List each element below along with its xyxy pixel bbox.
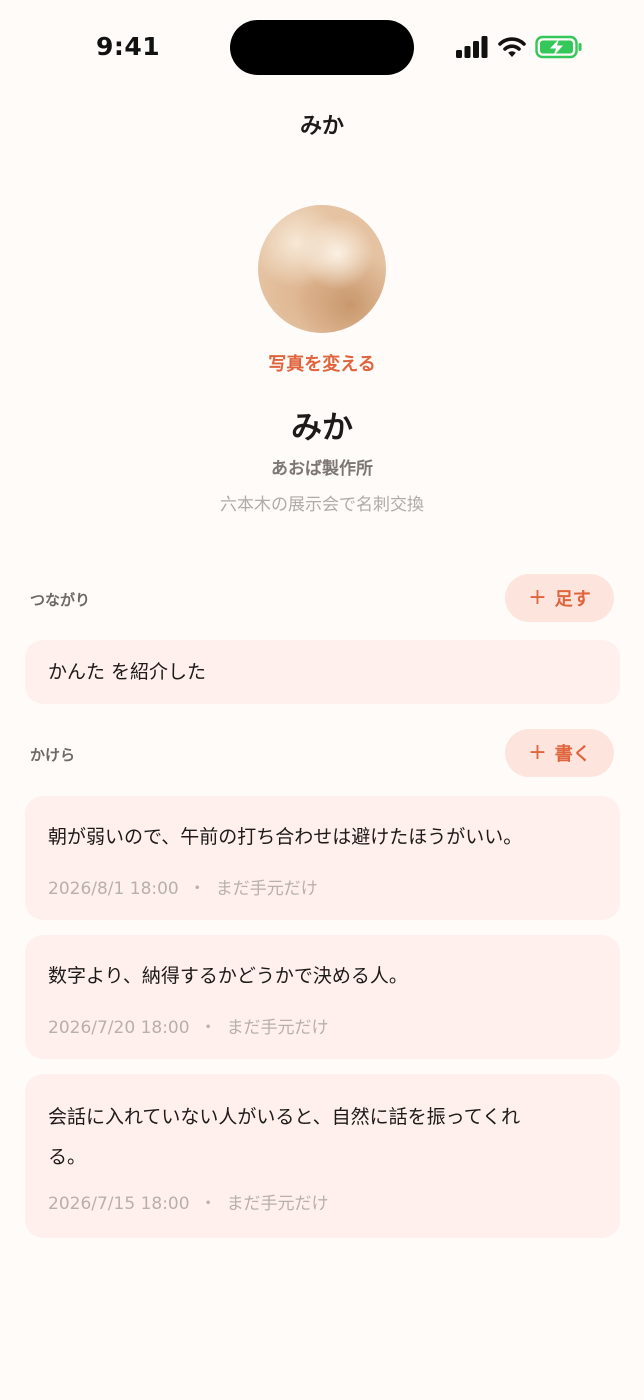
add-connection-label: 足す: [554, 589, 591, 610]
status-icons: [455, 34, 583, 60]
profile-name: みか: [291, 410, 353, 446]
note-text-line-2: る。: [48, 1146, 87, 1168]
meta-separator: ・: [188, 879, 206, 899]
note-card[interactable]: 数字より、納得するかどうかで決める人。 2026/7/20 18:00 ・まだ手元…: [25, 935, 620, 1059]
write-note-label: 書く: [554, 744, 591, 765]
nav-title: みか: [299, 114, 344, 139]
avatar[interactable]: [258, 205, 386, 333]
note-card[interactable]: 朝が弱いので、午前の打ち合わせは避けたほうがいい。 2026/8/1 18:00…: [25, 796, 620, 920]
connection-item-text: かんた を紹介した: [48, 661, 207, 683]
change-photo-button[interactable]: 写真を変える: [0, 350, 644, 376]
notes-section-label: かけら: [30, 746, 76, 764]
note-card[interactable]: 会話に入れていない人がいると、自然に話を振ってくれ る。 2026/7/15 1…: [25, 1074, 620, 1238]
note-date: 2026/8/1 18:00: [48, 879, 179, 899]
note-meta: 2026/8/1 18:00 ・まだ手元だけ: [48, 874, 318, 899]
add-connection-button[interactable]: + 足す: [505, 574, 614, 622]
wifi-icon: [498, 37, 526, 57]
note-meta: 2026/7/15 18:00 ・まだ手元だけ: [48, 1189, 329, 1214]
note-status: まだ手元だけ: [215, 879, 318, 899]
meta-separator: ・: [199, 1194, 217, 1214]
note-status: まだ手元だけ: [226, 1018, 329, 1038]
profile-company: あおば製作所: [271, 459, 373, 479]
connection-item[interactable]: かんた を紹介した: [25, 640, 620, 704]
plus-icon: +: [528, 585, 547, 610]
note-status: まだ手元だけ: [226, 1194, 329, 1214]
note-text: 朝が弱いので、午前の打ち合わせは避けたほうがいい。: [48, 826, 523, 848]
status-time: 9:41: [96, 32, 161, 61]
write-note-button[interactable]: + 書く: [505, 729, 614, 777]
note-text-line-1: 会話に入れていない人がいると、自然に話を振ってくれ: [48, 1106, 521, 1128]
note-meta: 2026/7/20 18:00 ・まだ手元だけ: [48, 1013, 329, 1038]
status-bar: 9:41: [0, 0, 644, 92]
note-date: 2026/7/15 18:00: [48, 1194, 190, 1214]
profile-note: 六本木の展示会で名刺交換: [220, 495, 424, 515]
connections-section-label: つながり: [30, 591, 91, 609]
cellular-signal-icon: [456, 36, 488, 58]
plus-icon: +: [528, 740, 547, 765]
dynamic-island: [230, 20, 414, 75]
note-text: 数字より、納得するかどうかで決める人。: [48, 965, 408, 987]
note-date: 2026/7/20 18:00: [48, 1018, 190, 1038]
contact-detail-screen: 9:41 みか 写真を変える みか あおば製作所 六本木の展示会で名刺交換 つな…: [0, 0, 644, 1400]
meta-separator: ・: [199, 1018, 217, 1038]
battery-charging-icon: [535, 35, 582, 59]
